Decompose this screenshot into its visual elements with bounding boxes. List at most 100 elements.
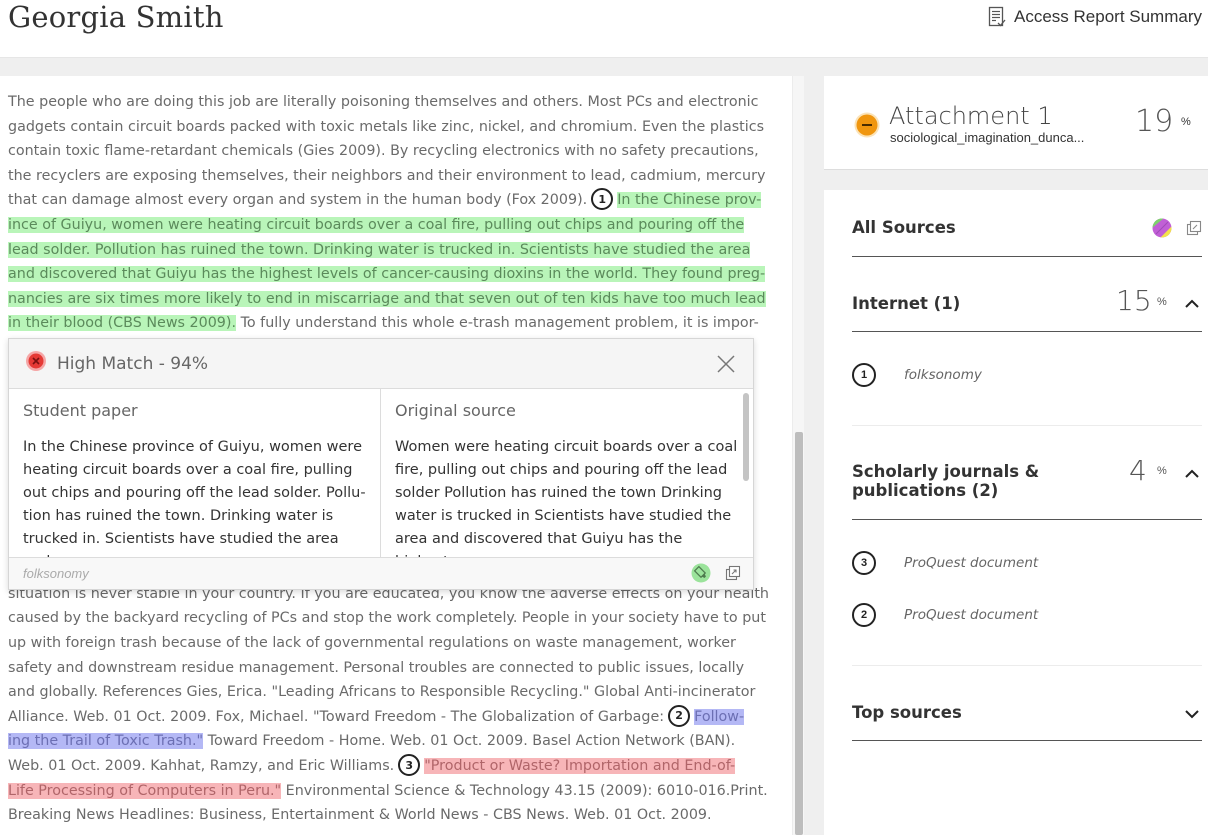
source-group-label-line2: publications (2) bbox=[852, 481, 999, 500]
divider bbox=[852, 519, 1202, 520]
source-colors-icon[interactable] bbox=[1152, 218, 1172, 243]
highlighted-match-text[interactable]: In the Chinese prov- bbox=[617, 192, 762, 209]
document-line: Alliance. Web. 01 Oct. 2009. Fox, Michae… bbox=[8, 704, 750, 730]
highlighted-match-text[interactable]: Follow- bbox=[694, 708, 745, 725]
document-line: and discovered that Guiyu has the highes… bbox=[8, 262, 766, 287]
highlighted-match-text[interactable]: in their blood (CBS News 2009). bbox=[8, 315, 237, 332]
document-text-segment: gadgets contain circuit boards packed wi… bbox=[8, 118, 765, 135]
sources-card: All Sources Internet (1) 15 % 1 folksono… bbox=[824, 190, 1208, 835]
document-text-segment: Web. 01 Oct. 2009. Kahhat, Ramzy, and Er… bbox=[8, 758, 395, 775]
source-item-label: ProQuest document bbox=[904, 607, 1039, 623]
all-sources-label: All Sources bbox=[852, 218, 956, 237]
document-line: safety and downstream residue management… bbox=[8, 656, 750, 681]
attachment-filename: sociological_imagination_dunca... bbox=[890, 130, 1085, 145]
close-icon[interactable] bbox=[715, 353, 737, 375]
highlighted-match-text[interactable]: nancies are six times more likely to end… bbox=[8, 290, 766, 307]
access-report-summary-link[interactable]: Access Report Summary bbox=[988, 6, 1202, 28]
source-item[interactable]: 1 folksonomy bbox=[852, 363, 982, 387]
source-item[interactable]: 3 ProQuest document bbox=[852, 551, 1038, 575]
source-number-badge: 3 bbox=[852, 551, 876, 575]
source-group-label: Internet (1) bbox=[852, 294, 961, 313]
percent-sign: % bbox=[1157, 465, 1167, 477]
document-line: The people who are doing this job are li… bbox=[8, 90, 758, 115]
open-external-icon[interactable] bbox=[725, 565, 741, 586]
open-external-icon[interactable] bbox=[1186, 220, 1202, 241]
source-item[interactable]: 2 ProQuest document bbox=[852, 603, 1038, 627]
highlighted-match-text[interactable]: and discovered that Guiyu has the highes… bbox=[8, 266, 766, 283]
document-line: caused by the backyard recycling of PCs … bbox=[8, 606, 766, 631]
report-document-icon bbox=[988, 6, 1006, 28]
attachment-status-icon bbox=[854, 112, 880, 143]
highlighted-match-text[interactable]: "Product or Waste? Importation and End-o… bbox=[424, 758, 736, 775]
source-item-label: ProQuest document bbox=[904, 555, 1039, 571]
match-marker-3[interactable]: 3 bbox=[398, 754, 421, 777]
attachment-percent-sign: % bbox=[1181, 116, 1191, 128]
high-match-status-icon bbox=[25, 350, 47, 377]
divider bbox=[852, 331, 1202, 332]
document-line: that can damage almost every organ and s… bbox=[8, 188, 762, 213]
access-report-summary-label: Access Report Summary bbox=[1014, 7, 1202, 26]
student-paper-column: Student paper In the Chinese province of… bbox=[9, 389, 381, 557]
source-group-label: Top sources bbox=[852, 703, 962, 722]
source-group-top-sources[interactable]: Top sources bbox=[852, 703, 1202, 723]
document-scrollbar-thumb[interactable] bbox=[795, 432, 803, 835]
document-text-segment: Alliance. Web. 01 Oct. 2009. Fox, Michae… bbox=[8, 708, 665, 725]
document-scrollbar[interactable] bbox=[792, 76, 804, 835]
document-line: in their blood (CBS News 2009). To fully… bbox=[8, 311, 759, 336]
document-text-segment: The people who are doing this job are li… bbox=[8, 94, 759, 110]
document-text-segment: Toward Freedom - Home. Web. 01 Oct. 2009… bbox=[203, 733, 736, 750]
attachment-name: Attachment 1 bbox=[889, 102, 1053, 130]
source-group-scholarly[interactable]: Scholarly journals & publications (2) bbox=[852, 462, 1202, 500]
document-text-segment: Breaking News Headlines: Business, Enter… bbox=[8, 807, 712, 824]
popup-scrollbar[interactable] bbox=[742, 393, 750, 553]
document-line: lead solder. Pollution has ruined the to… bbox=[8, 238, 751, 263]
chevron-up-icon[interactable] bbox=[1184, 296, 1200, 314]
divider bbox=[852, 665, 1202, 666]
student-paper-heading: Student paper bbox=[23, 401, 138, 420]
popup-title: High Match - 94% bbox=[57, 353, 209, 374]
highlighter-icon[interactable] bbox=[691, 563, 711, 588]
original-source-column: Original source Women were heating circu… bbox=[381, 389, 753, 557]
match-marker-1[interactable]: 1 bbox=[591, 188, 614, 211]
source-item-label: folksonomy bbox=[904, 367, 982, 383]
attachment-similarity-percent: 19 bbox=[1135, 104, 1174, 139]
highlighted-match-text[interactable]: ince of Guiyu, women were heating circui… bbox=[8, 216, 745, 233]
source-number-badge: 1 bbox=[852, 363, 876, 387]
highlighted-match-text[interactable]: ing the Trail of Toxic Trash." bbox=[8, 733, 204, 750]
original-source-text: Women were heating circuit boards over a… bbox=[395, 439, 738, 557]
chevron-up-icon[interactable] bbox=[1184, 466, 1200, 484]
document-line: contain toxic flame-retardant chemicals … bbox=[8, 139, 759, 164]
source-group-percent: 15 bbox=[1116, 284, 1152, 317]
page-header: Georgia Smith Access Report Summary bbox=[0, 0, 1208, 58]
document-line: Web. 01 Oct. 2009. Kahhat, Ramzy, and Er… bbox=[8, 754, 750, 779]
popup-header: High Match - 94% bbox=[9, 339, 753, 389]
document-text-segment: and globally. References Gies, Erica. "L… bbox=[8, 684, 756, 701]
popup-source-name: folksonomy bbox=[23, 566, 89, 581]
document-text-segment: safety and downstream residue management… bbox=[8, 659, 745, 676]
document-text-segment: caused by the backyard recycling of PCs … bbox=[8, 610, 766, 627]
document-text-segment: up with foreign trash because of the lac… bbox=[8, 635, 736, 652]
document-line: the recyclers are exposing themselves, t… bbox=[8, 164, 765, 189]
percent-sign: % bbox=[1157, 296, 1167, 308]
document-line: Breaking News Headlines: Business, Enter… bbox=[8, 803, 750, 828]
source-group-percent: 4 bbox=[1129, 454, 1147, 487]
source-number-badge: 2 bbox=[852, 603, 876, 627]
match-popup: High Match - 94% Student paper In the Ch… bbox=[8, 338, 754, 590]
popup-scrollbar-thumb[interactable] bbox=[743, 393, 749, 481]
document-line: gadgets contain circuit boards packed wi… bbox=[8, 115, 764, 140]
match-marker-2[interactable]: 2 bbox=[668, 704, 691, 727]
document-line: ing the Trail of Toxic Trash." Toward Fr… bbox=[8, 729, 750, 754]
document-text-segment: the recyclers are exposing themselves, t… bbox=[8, 167, 766, 184]
divider bbox=[852, 740, 1202, 741]
document-text-segment: that can damage almost every organ and s… bbox=[8, 192, 588, 209]
highlighted-match-text[interactable]: Life Processing of Computers in Peru." bbox=[8, 782, 282, 799]
attachment-card[interactable]: Attachment 1 sociological_imagination_du… bbox=[824, 76, 1208, 170]
chevron-down-icon[interactable] bbox=[1184, 706, 1200, 724]
all-sources-header: All Sources bbox=[852, 218, 1202, 238]
document-text-segment: To fully understand this whole e-trash m… bbox=[236, 315, 759, 332]
document-text-segment: Environmental Science & Technology 43.15… bbox=[281, 782, 768, 799]
original-source-heading: Original source bbox=[395, 401, 516, 420]
document-line: Life Processing of Computers in Peru." E… bbox=[8, 779, 768, 804]
popup-footer: folksonomy bbox=[9, 557, 753, 589]
highlighted-match-text[interactable]: lead solder. Pollution has ruined the to… bbox=[8, 241, 751, 258]
